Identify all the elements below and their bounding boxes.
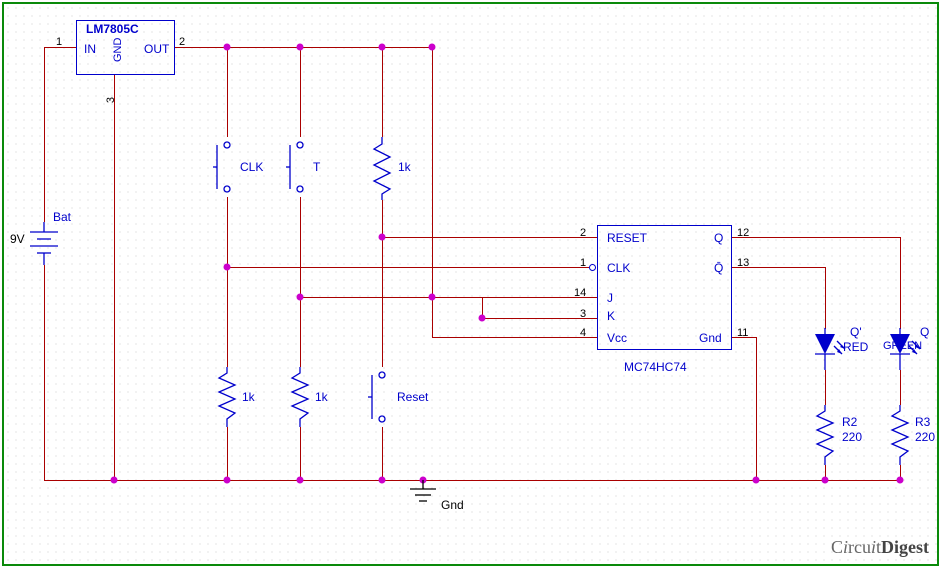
junction-node: [379, 44, 386, 51]
resistor-pullup: [371, 137, 393, 200]
wire: [382, 200, 383, 237]
wire: [300, 47, 301, 137]
r2-value: 220: [842, 430, 862, 444]
regulator-pin-1: 1: [56, 36, 62, 48]
wire: [300, 197, 301, 297]
junction-node: [111, 477, 118, 484]
junction-node: [224, 477, 231, 484]
resistor-clk-value: 1k: [242, 390, 255, 404]
wire: [300, 427, 301, 480]
ic-reset-lbl: RESET: [607, 231, 647, 245]
wire: [900, 370, 901, 405]
regulator-pin-3: 3: [105, 97, 117, 103]
wire: [227, 197, 228, 217]
battery-value: 9V: [10, 232, 25, 246]
ground-label: Gnd: [441, 498, 464, 512]
wire: [825, 267, 826, 329]
wire: [578, 267, 589, 268]
pushbutton-t: [286, 137, 314, 197]
resistor-clk: [216, 367, 238, 427]
wire: [44, 47, 45, 222]
junction-node: [479, 315, 486, 322]
wire: [578, 237, 597, 238]
regulator-in: IN: [84, 42, 96, 56]
resistor-r3: [889, 405, 911, 465]
wire: [227, 427, 228, 480]
resistor-t-value: 1k: [315, 390, 328, 404]
wire: [482, 297, 578, 298]
junction-node: [897, 477, 904, 484]
ic-vcc-lbl: Vcc: [607, 331, 627, 345]
wire: [578, 318, 597, 319]
r3-value: 220: [915, 430, 935, 444]
wire: [44, 265, 45, 480]
wire: [300, 297, 301, 367]
ic-j-lbl: J: [607, 291, 613, 305]
wire: [227, 267, 228, 367]
ic-gnd-lbl: Gnd: [699, 331, 722, 345]
wire: [756, 337, 757, 480]
watermark-logo: CircuitDigest: [831, 537, 929, 558]
junction-node: [224, 264, 231, 271]
led-green-q: Q: [920, 325, 929, 339]
regulator-pin-2: 2: [179, 36, 185, 48]
pushbutton-clk: [213, 137, 241, 197]
ic-k-lbl: K: [607, 309, 615, 323]
ic-clk-lbl: CLK: [607, 261, 630, 275]
wire: [900, 237, 901, 329]
junction-node: [297, 294, 304, 301]
wire: [482, 318, 578, 319]
regulator-out: OUT: [144, 42, 169, 56]
junction-node: [297, 44, 304, 51]
ground-symbol: [410, 480, 440, 508]
pushbutton-reset: [368, 367, 396, 427]
wire: [578, 297, 597, 298]
regulator-name: LM7805C: [86, 22, 139, 36]
wire: [175, 47, 432, 48]
clk-bubble-icon: [589, 264, 596, 271]
wire: [227, 47, 228, 137]
led-red-label: RED: [843, 340, 868, 354]
junction-node: [379, 234, 386, 241]
wire: [578, 337, 597, 338]
led-red-qprime: Q': [850, 325, 862, 339]
r3-name: R3: [915, 415, 930, 429]
wire: [382, 427, 383, 480]
wire: [825, 370, 826, 405]
junction-node: [429, 294, 436, 301]
t-label: T: [313, 160, 320, 174]
junction-node: [429, 44, 436, 51]
wire: [382, 237, 578, 238]
r2-name: R2: [842, 415, 857, 429]
ic-qbar-lbl: Q̄: [714, 261, 723, 275]
resistor-t: [289, 367, 311, 427]
ic-q-lbl: Q: [714, 231, 723, 245]
wire: [227, 267, 578, 268]
wire: [732, 237, 900, 238]
ic-pin-qbar: 13: [737, 257, 749, 269]
ic-pin-gnd: 11: [737, 327, 748, 339]
clk-label: CLK: [240, 160, 263, 174]
ic-name: MC74HC74: [624, 360, 687, 374]
resistor-pullup-value: 1k: [398, 160, 411, 174]
junction-node: [379, 477, 386, 484]
led-green-label: GREEN: [883, 340, 922, 352]
ic-pin-q: 12: [737, 227, 749, 239]
battery-symbol: [30, 222, 70, 267]
junction-node: [224, 44, 231, 51]
junction-node: [753, 477, 760, 484]
wire: [44, 480, 900, 481]
wire: [300, 297, 482, 298]
wire: [114, 75, 115, 480]
junction-node: [822, 477, 829, 484]
battery-label: Bat: [53, 210, 71, 224]
wire: [227, 217, 228, 267]
reset-label: Reset: [397, 390, 428, 404]
wire: [432, 337, 578, 338]
wire: [382, 47, 383, 137]
junction-node: [297, 477, 304, 484]
resistor-r2: [814, 405, 836, 465]
wire: [382, 237, 383, 367]
regulator-gnd: GND: [112, 38, 124, 62]
